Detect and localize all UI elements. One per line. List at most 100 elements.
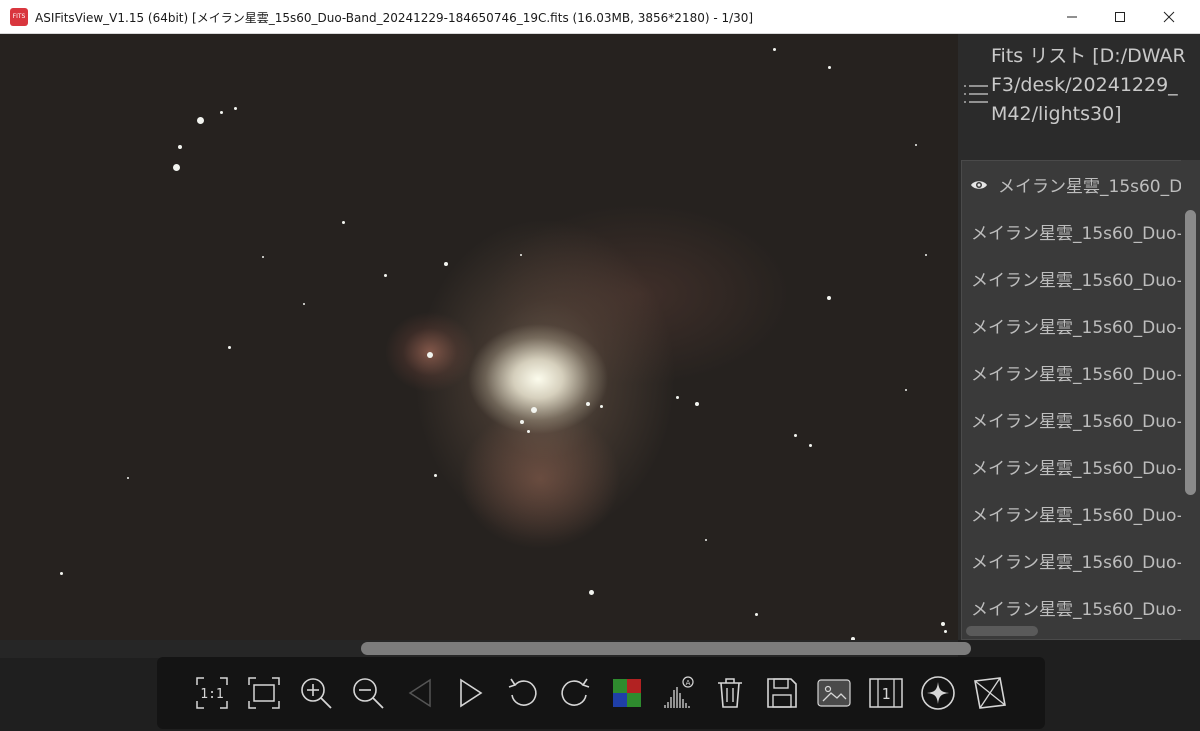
file-name: メイラン星雲_15s60_Duo-Band_20241229-184712117…: [971, 224, 1181, 244]
star: [527, 430, 530, 433]
file-list-item[interactable]: メイラン星雲_15s60_Duo-Band_20241229-185003085…: [962, 584, 1181, 631]
file-list-item[interactable]: メイラン星雲_15s60_Duo-Band_20241229-184837601…: [962, 396, 1181, 443]
bottom-toolbar: [157, 657, 1045, 729]
star: [695, 402, 699, 406]
bayer-grid-icon: [613, 679, 641, 707]
save-button[interactable]: [762, 673, 802, 713]
rotate-left-button[interactable]: [503, 673, 543, 713]
star: [600, 405, 603, 408]
star: [941, 622, 945, 626]
file-list[interactable]: メイラン星雲_15s60_Duo-Band_20241229-184650746…: [961, 160, 1181, 640]
star: [434, 474, 437, 477]
auto-stretch-button[interactable]: A: [658, 673, 698, 713]
maximize-icon: [1115, 11, 1125, 22]
title-bar: FITS ASIFitsView_V1.15 (64bit) [メイラン星雲_1…: [0, 0, 1200, 34]
file-list-item[interactable]: メイラン星雲_15s60_Duo-Band_20241229-184816230…: [962, 349, 1181, 396]
star: [60, 572, 63, 575]
rotate-right-icon: [561, 678, 590, 706]
star: [234, 107, 237, 110]
star: [586, 402, 590, 406]
star: [220, 111, 223, 114]
fit-window-icon: [248, 677, 280, 709]
star: [773, 48, 776, 51]
previous-button[interactable]: [400, 673, 440, 713]
maximize-button[interactable]: [1097, 0, 1143, 33]
file-name: メイラン星雲_15s60_Duo-Band_20241229-184754859…: [971, 318, 1181, 338]
window-title: ASIFitsView_V1.15 (64bit) [メイラン星雲_15s60_…: [35, 11, 754, 25]
close-button[interactable]: [1146, 0, 1192, 33]
debayer-button[interactable]: [607, 673, 647, 713]
file-name: メイラン星雲_15s60_Duo-Band_20241229-184837601…: [971, 412, 1181, 432]
file-list-item[interactable]: メイラン星雲_15s60_Duo-Band_20241229-184920343…: [962, 490, 1181, 537]
fit-window-button[interactable]: [244, 673, 284, 713]
zoom-out-button[interactable]: [348, 673, 388, 713]
star: [925, 254, 927, 256]
file-name: メイラン星雲_15s60_Duo-Band_20241229-184920343…: [971, 506, 1181, 526]
crop-icon: [974, 677, 1006, 709]
file-list-item-current[interactable]: メイラン星雲_15s60_Duo-Band_20241229-184650746…: [962, 161, 1181, 208]
file-list-item[interactable]: メイラン星雲_15s60_Duo-Band_20241229-184733488…: [962, 255, 1181, 302]
page-icon: 1: [869, 678, 903, 708]
eye-icon: [971, 180, 987, 189]
minimize-button[interactable]: [1049, 0, 1095, 33]
zoom-in-button[interactable]: [296, 673, 336, 713]
close-icon: [1163, 11, 1175, 22]
star: [520, 254, 522, 256]
star-icon: [921, 676, 955, 710]
next-button[interactable]: [451, 673, 491, 713]
star: [944, 630, 947, 633]
file-name: メイラン星雲_15s60_Duo-Band_20241229-184941714…: [971, 553, 1181, 573]
star: [589, 590, 594, 595]
next-icon: [460, 678, 483, 708]
delete-button[interactable]: [710, 673, 750, 713]
star: [809, 444, 812, 447]
minimize-icon: [1067, 16, 1077, 17]
file-name: メイラン星雲_15s60_Duo-Band_20241229-184650746…: [998, 177, 1181, 197]
file-list-item[interactable]: メイラン星雲_15s60_Duo-Band_20241229-184941714…: [962, 537, 1181, 584]
star: [228, 346, 231, 349]
previous-icon: [408, 678, 431, 708]
fits-list-title: Fits リスト [D:/DWARF3/desk/20241229_M42/li…: [991, 45, 1186, 125]
fits-list-panel: Fits リスト [D:/DWARF3/desk/20241229_M42/li…: [958, 34, 1200, 640]
page-button[interactable]: 1: [866, 673, 906, 713]
zoom-in-icon: [301, 678, 332, 709]
file-list-item[interactable]: メイラン星雲_15s60_Duo-Band_20241229-184858972…: [962, 443, 1181, 490]
actual-size-button[interactable]: 1:1: [192, 673, 232, 713]
page-label: 1: [881, 685, 890, 703]
list-icon[interactable]: [962, 80, 990, 108]
file-list-item[interactable]: メイラン星雲_15s60_Duo-Band_20241229-184754859…: [962, 302, 1181, 349]
image-button[interactable]: [814, 673, 854, 713]
star-button[interactable]: [918, 673, 958, 713]
star: [262, 256, 264, 258]
star: [303, 303, 305, 305]
star: [444, 262, 448, 266]
file-name: メイラン星雲_15s60_Duo-Band_20241229-184858972…: [971, 459, 1181, 479]
star: [178, 145, 182, 149]
image-icon: [817, 679, 851, 707]
star: [531, 407, 537, 413]
image-viewport[interactable]: [0, 34, 958, 640]
actual-size-icon: 1:1: [196, 677, 228, 709]
histogram-auto-icon: A: [664, 676, 694, 708]
file-list-item[interactable]: メイラン星雲_15s60_Duo-Band_20241229-184712117…: [962, 208, 1181, 255]
file-list-scroll-thumb[interactable]: [1185, 210, 1196, 495]
save-icon: [767, 678, 797, 708]
trash-icon: [718, 678, 742, 708]
rotate-right-button[interactable]: [555, 673, 595, 713]
file-name: メイラン星雲_15s60_Duo-Band_20241229-184816230…: [971, 365, 1181, 385]
actual-size-label: 1:1: [200, 687, 223, 702]
star: [173, 164, 180, 171]
fits-list-header: Fits リスト [D:/DWARF3/desk/20241229_M42/li…: [958, 34, 1200, 160]
rotate-left-icon: [508, 678, 537, 706]
file-name: メイラン星雲_15s60_Duo-Band_20241229-184733488…: [971, 271, 1181, 291]
star: [828, 66, 831, 69]
file-list-horizontal-scroll-thumb[interactable]: [966, 626, 1038, 636]
star: [676, 396, 679, 399]
svg-text:A: A: [686, 679, 691, 687]
star: [755, 613, 758, 616]
image-horizontal-scroll-thumb[interactable]: [361, 642, 971, 655]
zoom-out-icon: [353, 678, 384, 709]
file-name: メイラン星雲_15s60_Duo-Band_20241229-185003085…: [971, 600, 1181, 620]
crop-button[interactable]: [970, 673, 1010, 713]
star: [705, 539, 707, 541]
